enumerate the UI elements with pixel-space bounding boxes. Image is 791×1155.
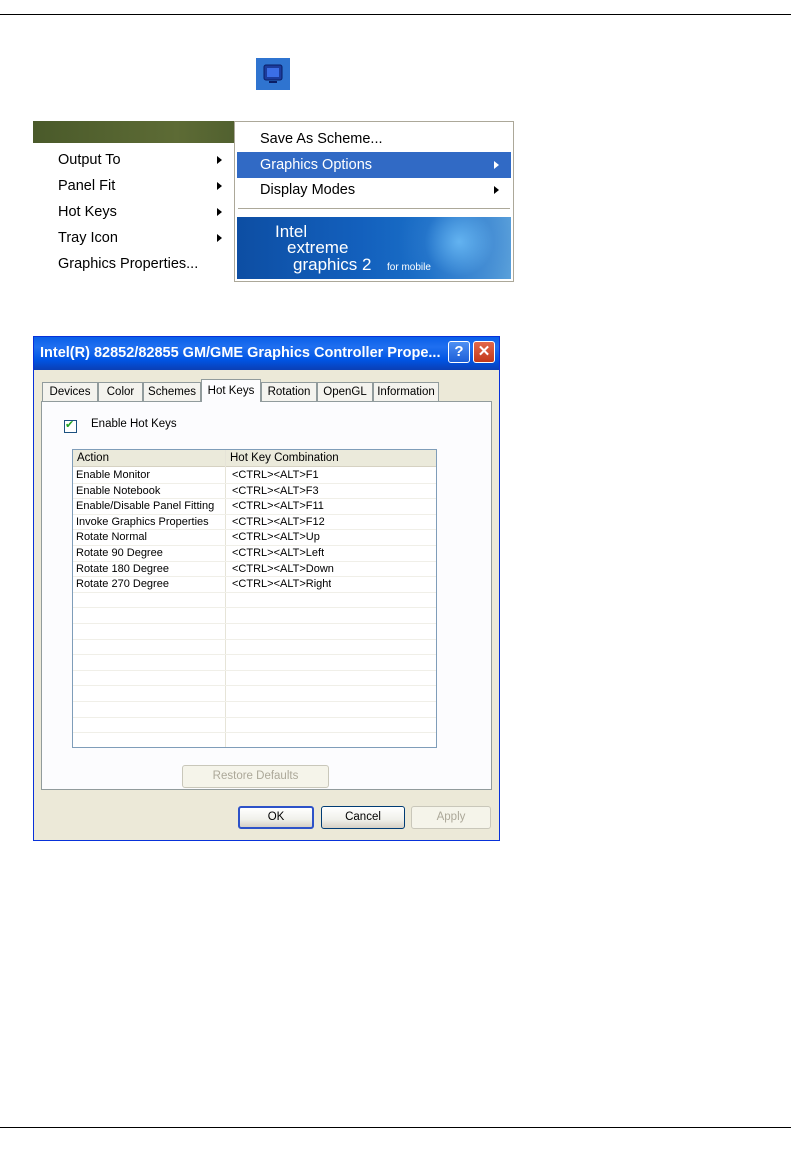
banner-line-4: for mobile [387, 262, 431, 273]
action-cell: Enable Monitor [76, 469, 150, 481]
menu-item-hot-keys[interactable]: Hot Keys [33, 199, 234, 225]
title-bar[interactable]: Intel(R) 82852/82855 GM/GME Graphics Con… [34, 337, 499, 370]
action-cell: Rotate Normal [76, 531, 147, 544]
tab-information[interactable]: Information [373, 382, 439, 401]
tab-rotation[interactable]: Rotation [261, 382, 317, 401]
close-button[interactable]: ✕ [473, 341, 495, 363]
hot-key-cell: <CTRL><ALT>F1 [232, 469, 319, 481]
cancel-button[interactable]: Cancel [321, 806, 405, 829]
bottom-rule [0, 1127, 791, 1128]
submenu-arrow-icon [217, 234, 222, 242]
empty-table-row [73, 702, 436, 718]
tab-opengl[interactable]: OpenGL [317, 382, 373, 401]
menu-item-output-to[interactable]: Output To [33, 147, 234, 173]
restore-defaults-button[interactable]: Restore Defaults [182, 765, 329, 788]
table-row[interactable]: Enable Monitor <CTRL><ALT>F1 [73, 468, 436, 484]
hot-key-cell: <CTRL><ALT>Down [232, 562, 334, 575]
menu-item-display-modes[interactable]: Display Modes [237, 177, 511, 203]
column-header-hot-key[interactable]: Hot Key Combination [226, 450, 436, 467]
hot-key-cell: <CTRL><ALT>Right [232, 578, 332, 591]
submenu-arrow-icon [217, 182, 222, 190]
table-row[interactable]: Invoke Graphics Properties <CTRL><ALT>F12 [73, 515, 436, 531]
action-cell: Rotate 180 Degree [76, 562, 169, 575]
window-title: Intel(R) 82852/82855 GM/GME Graphics Con… [40, 345, 440, 361]
top-rule [0, 14, 791, 15]
apply-button[interactable]: Apply [411, 806, 491, 829]
empty-table-row [73, 624, 436, 640]
submenu-arrow-icon [217, 156, 222, 164]
hot-key-cell: <CTRL><ALT>Up [232, 531, 320, 544]
hot-keys-list[interactable]: Action Hot Key Combination Enable Monito… [72, 449, 437, 748]
empty-table-row [73, 718, 436, 734]
menu-item-label: Tray Icon [58, 230, 118, 246]
graphics-properties-dialog: Intel(R) 82852/82855 GM/GME Graphics Con… [33, 336, 500, 841]
menu-item-tray-icon[interactable]: Tray Icon [33, 225, 234, 251]
action-cell: Enable Notebook [76, 484, 161, 497]
empty-table-row [73, 671, 436, 687]
menu-item-save-as-scheme[interactable]: Save As Scheme... [237, 126, 511, 152]
menu-item-label: Panel Fit [58, 178, 116, 194]
menu-item-label: Display Modes [260, 182, 356, 198]
menu-separator [238, 208, 510, 209]
hot-key-cell: <CTRL><ALT>F11 [232, 500, 324, 513]
tab-schemes[interactable]: Schemes [143, 382, 201, 401]
submenu-arrow-icon [217, 208, 222, 216]
empty-table-row [73, 655, 436, 671]
table-row[interactable]: Rotate 90 Degree <CTRL><ALT>Left [73, 546, 436, 562]
graphics-tray-icon[interactable] [256, 58, 290, 90]
intel-extreme-graphics-banner: Intel extreme graphics 2 for mobile [237, 217, 511, 279]
help-button[interactable]: ? [448, 341, 470, 363]
hot-key-cell: <CTRL><ALT>F12 [232, 515, 325, 528]
submenu-panel: Save As Scheme... Graphics Options Display… [234, 121, 514, 282]
table-row[interactable]: Rotate Normal <CTRL><ALT>Up [73, 530, 436, 546]
table-row[interactable]: Rotate 270 Degree <CTRL><ALT>Right [73, 577, 436, 593]
empty-table-row [73, 608, 436, 624]
tab-devices[interactable]: Devices [42, 382, 98, 401]
enable-hot-keys-label: Enable Hot Keys [91, 418, 177, 430]
tray-context-menu: Output To Panel Fit Hot Keys Tray Icon Graph… [33, 143, 235, 282]
action-cell: Invoke Graphics Properties [76, 515, 209, 528]
menu-item-graphics-properties[interactable]: Graphics Properties... [33, 251, 234, 277]
menu-item-label: Graphics Properties... [58, 256, 199, 272]
table-row[interactable]: Enable/Disable Panel Fitting <CTRL><ALT>F… [73, 499, 436, 515]
menu-item-label: Save As Scheme... [260, 131, 383, 147]
menu-item-graphics-options[interactable]: Graphics Options [237, 151, 511, 178]
enable-hot-keys-checkbox[interactable]: ✔ [64, 419, 77, 433]
action-cell: Rotate 270 Degree [76, 578, 169, 591]
tab-hot-keys[interactable]: Hot Keys [201, 379, 261, 402]
empty-table-row [73, 686, 436, 702]
banner-line-3: graphics 2 [293, 255, 372, 274]
column-header-action[interactable]: Action [73, 450, 226, 467]
ok-button[interactable]: OK [238, 806, 314, 829]
menu-item-label: Output To [58, 152, 121, 168]
menu-item-panel-fit[interactable]: Panel Fit [33, 173, 234, 199]
check-mark-icon: ✔ [65, 419, 75, 431]
table-row[interactable]: Enable Notebook <CTRL><ALT>F3 [73, 484, 436, 500]
action-cell: Rotate 90 Degree [76, 547, 163, 559]
monitor-icon [263, 64, 283, 83]
tab-color[interactable]: Color [98, 382, 143, 401]
table-row[interactable]: Rotate 180 Degree <CTRL><ALT>Down [73, 562, 436, 578]
empty-table-row [73, 733, 436, 747]
hot-key-cell: <CTRL><ALT>Left [232, 547, 325, 559]
empty-table-row [73, 640, 436, 656]
menu-item-label: Graphics Options [260, 156, 373, 173]
submenu-arrow-icon [494, 186, 499, 194]
menu-item-label: Hot Keys [58, 204, 117, 220]
submenu-arrow-icon [494, 160, 499, 169]
context-menu-screenshot: Output To Panel Fit Hot Keys Tray Icon Graph… [33, 121, 514, 282]
hot-key-cell: <CTRL><ALT>F3 [232, 484, 319, 497]
action-cell: Enable/Disable Panel Fitting [76, 500, 215, 513]
empty-table-row [73, 593, 436, 609]
